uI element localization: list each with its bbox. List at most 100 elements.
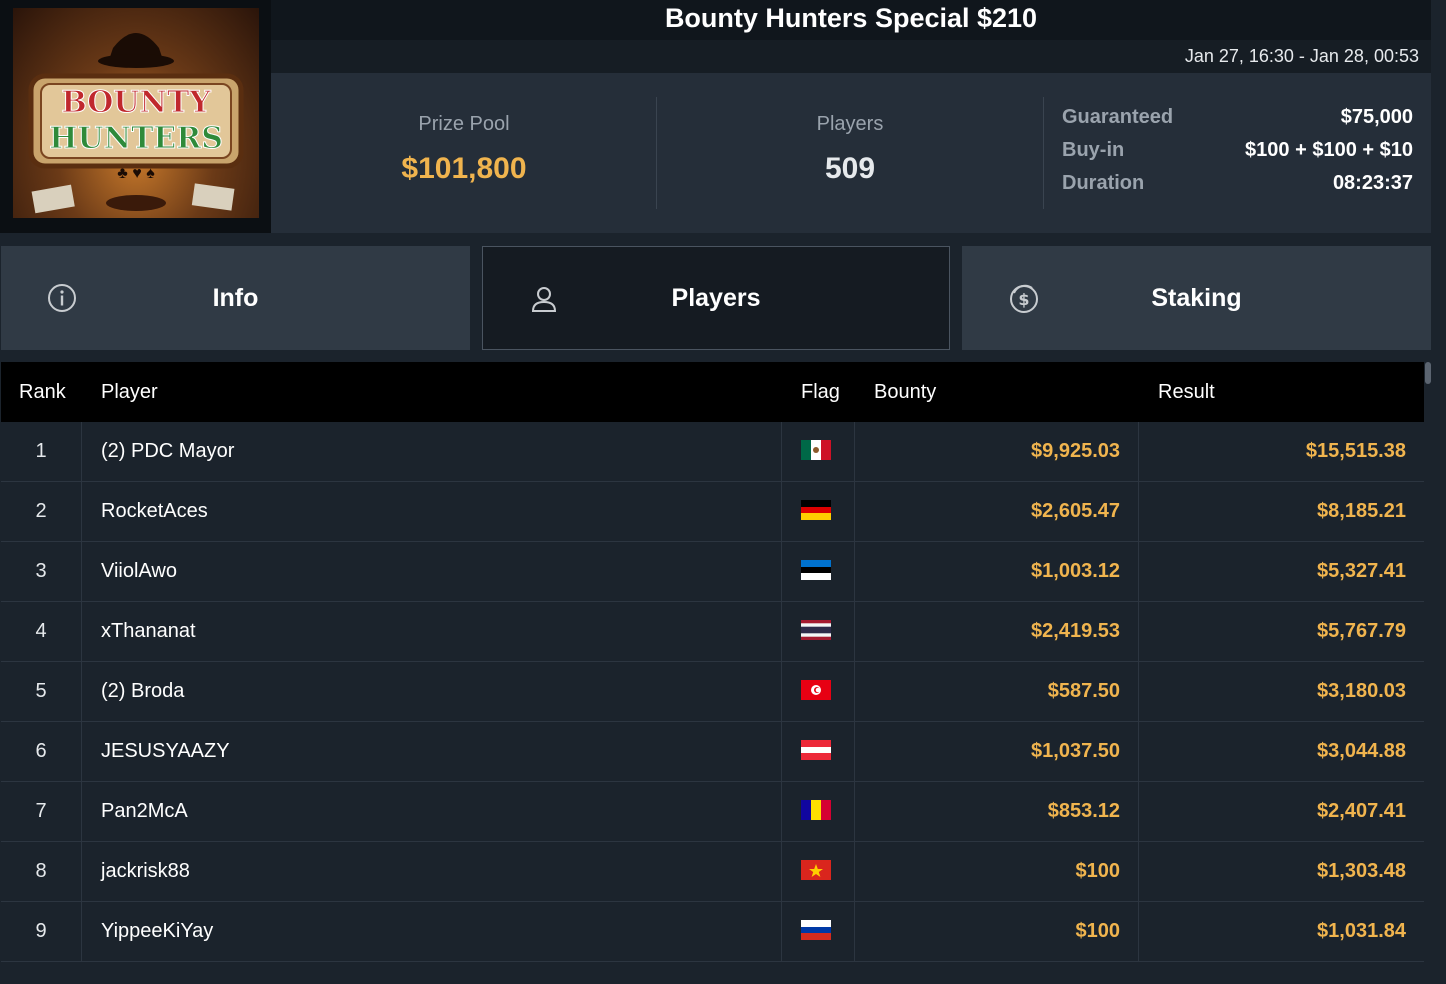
result-cell: $8,185.21	[1317, 500, 1406, 522]
duration-row: Duration 08:23:37	[1062, 172, 1413, 205]
table-row[interactable]: 4 xThananat $2,419.53 $5,767.79	[1, 602, 1424, 662]
divider	[1043, 97, 1044, 209]
andorra-flag-icon	[801, 800, 831, 820]
flag-cell	[782, 482, 855, 542]
buyin-value: $100 + $100 + $10	[1245, 139, 1413, 161]
header-rank[interactable]: Rank	[19, 362, 66, 422]
result-cell: $15,515.38	[1305, 440, 1406, 462]
player-name-cell[interactable]: JESUSYAAZY	[82, 722, 782, 782]
flag-cell	[782, 542, 855, 602]
prize-pool-value: $101,800	[401, 152, 527, 185]
header-result[interactable]: Result	[1158, 362, 1215, 422]
bounty-cell: $100	[855, 842, 1139, 902]
tournament-logo-frame: BOUNTY HUNTERS ♣ ♥ ♠	[0, 0, 271, 233]
header-bounty[interactable]: Bounty	[874, 362, 936, 422]
mexico-flag-icon	[801, 440, 831, 460]
table-row[interactable]: 7 Pan2McA $853.12 $2,407.41	[1, 782, 1424, 842]
player-name-cell[interactable]: ViiolAwo	[82, 542, 782, 602]
bounty-cell: $853.12	[855, 782, 1139, 842]
russia-flag-icon	[801, 920, 831, 940]
tunisia-flag-icon	[801, 680, 831, 700]
prize-pool-block: Prize Pool $101,800	[271, 73, 657, 233]
rank-cell: 7	[1, 782, 82, 842]
flag-cell	[782, 602, 855, 662]
bounty-cell: $2,419.53	[855, 602, 1139, 662]
player-name-cell[interactable]: Pan2McA	[82, 782, 782, 842]
rank-cell: 6	[1, 722, 82, 782]
rank-cell: 5	[1, 662, 82, 722]
tab-info[interactable]: Info	[1, 246, 470, 350]
bounty-cell: $1,003.12	[855, 542, 1139, 602]
table-header: Rank Player Flag Bounty Result	[1, 362, 1424, 422]
duration-label: Duration	[1062, 172, 1145, 194]
header-player[interactable]: Player	[101, 362, 158, 422]
players-count-block: Players 509	[657, 73, 1043, 233]
prize-pool-label: Prize Pool	[418, 113, 510, 135]
rank-cell: 3	[1, 542, 82, 602]
table-row[interactable]: 2 RocketAces $2,605.47 $8,185.21	[1, 482, 1424, 542]
bounty-hunters-logo: BOUNTY HUNTERS ♣ ♥ ♠	[13, 8, 259, 218]
bounty-cell: $587.50	[855, 662, 1139, 722]
result-cell: $2,407.41	[1317, 800, 1406, 822]
players-count-label: Players	[816, 113, 884, 135]
svg-text:$: $	[1018, 290, 1029, 309]
tournament-title: Bounty Hunters Special $210	[271, 0, 1431, 40]
guaranteed-label: Guaranteed	[1062, 106, 1174, 128]
player-name-cell[interactable]: xThananat	[82, 602, 782, 662]
player-name-cell[interactable]: (2) PDC Mayor	[82, 422, 782, 482]
player-name-cell[interactable]: jackrisk88	[82, 842, 782, 902]
header-flag[interactable]: Flag	[801, 362, 840, 422]
flag-cell	[782, 902, 855, 962]
result-cell: $1,303.48	[1317, 860, 1406, 882]
rank-cell: 4	[1, 602, 82, 662]
player-name-cell[interactable]: YippeeKiYay	[82, 902, 782, 962]
players-table: Rank Player Flag Bounty Result 1 (2) PDC …	[1, 362, 1424, 962]
result-cell: $1,031.84	[1317, 920, 1406, 942]
result-cell: $5,327.41	[1317, 560, 1406, 582]
table-body: 1 (2) PDC Mayor $9,925.03 $15,515.38 2 Rocket…	[1, 422, 1424, 962]
result-cell: $3,180.03	[1317, 680, 1406, 702]
rank-cell: 8	[1, 842, 82, 902]
dollar-coin-icon: $	[1008, 283, 1038, 313]
bounty-cell: $2,605.47	[855, 482, 1139, 542]
table-row[interactable]: 8 jackrisk88 $100 $1,303.48	[1, 842, 1424, 902]
tournament-details: Guaranteed $75,000 Buy-in $100 + $100 + …	[1062, 106, 1413, 205]
table-row[interactable]: 5 (2) Broda $587.50 $3,180.03	[1, 662, 1424, 722]
guaranteed-row: Guaranteed $75,000	[1062, 106, 1413, 139]
duration-value: 08:23:37	[1332, 172, 1413, 194]
player-name-cell[interactable]: RocketAces	[82, 482, 782, 542]
buyin-label: Buy-in	[1062, 139, 1125, 161]
scrollbar-thumb[interactable]	[1425, 362, 1431, 384]
tab-staking[interactable]: $ Staking	[962, 246, 1431, 350]
svg-text:♣ ♥ ♠: ♣ ♥ ♠	[117, 165, 155, 182]
tab-players[interactable]: Players	[482, 246, 950, 350]
logo-text-line2: HUNTERS	[49, 121, 223, 156]
vietnam-flag-icon	[801, 860, 831, 880]
austria-flag-icon	[801, 740, 831, 760]
table-row[interactable]: 9 YippeeKiYay $100 $1,031.84	[1, 902, 1424, 962]
rank-cell: 2	[1, 482, 82, 542]
flag-cell	[782, 662, 855, 722]
table-row[interactable]: 3 ViiolAwo $1,003.12 $5,327.41	[1, 542, 1424, 602]
flag-cell	[782, 842, 855, 902]
bounty-cell: $100	[855, 902, 1139, 962]
bounty-cell: $1,037.50	[855, 722, 1139, 782]
flag-cell	[782, 422, 855, 482]
table-row[interactable]: 6 JESUSYAAZY $1,037.50 $3,044.88	[1, 722, 1424, 782]
stats-panel: Prize Pool $101,800 Players 509 Guarante…	[271, 73, 1431, 233]
estonia-flag-icon	[801, 560, 831, 580]
result-cell: $3,044.88	[1317, 740, 1406, 762]
guaranteed-value: $75,000	[1340, 106, 1413, 128]
logo-text-line1: BOUNTY	[61, 85, 211, 120]
rank-cell: 1	[1, 422, 82, 482]
user-icon	[529, 284, 559, 314]
table-row[interactable]: 1 (2) PDC Mayor $9,925.03 $15,515.38	[1, 422, 1424, 482]
info-icon	[47, 283, 77, 313]
flag-cell	[782, 722, 855, 782]
buyin-row: Buy-in $100 + $100 + $10	[1062, 139, 1413, 172]
thailand-flag-icon	[801, 620, 831, 640]
player-name-cell[interactable]: (2) Broda	[82, 662, 782, 722]
players-count-value: 509	[824, 152, 876, 185]
germany-flag-icon	[801, 500, 831, 520]
tournament-dates: Jan 27, 16:30 - Jan 28, 00:53	[271, 40, 1431, 73]
